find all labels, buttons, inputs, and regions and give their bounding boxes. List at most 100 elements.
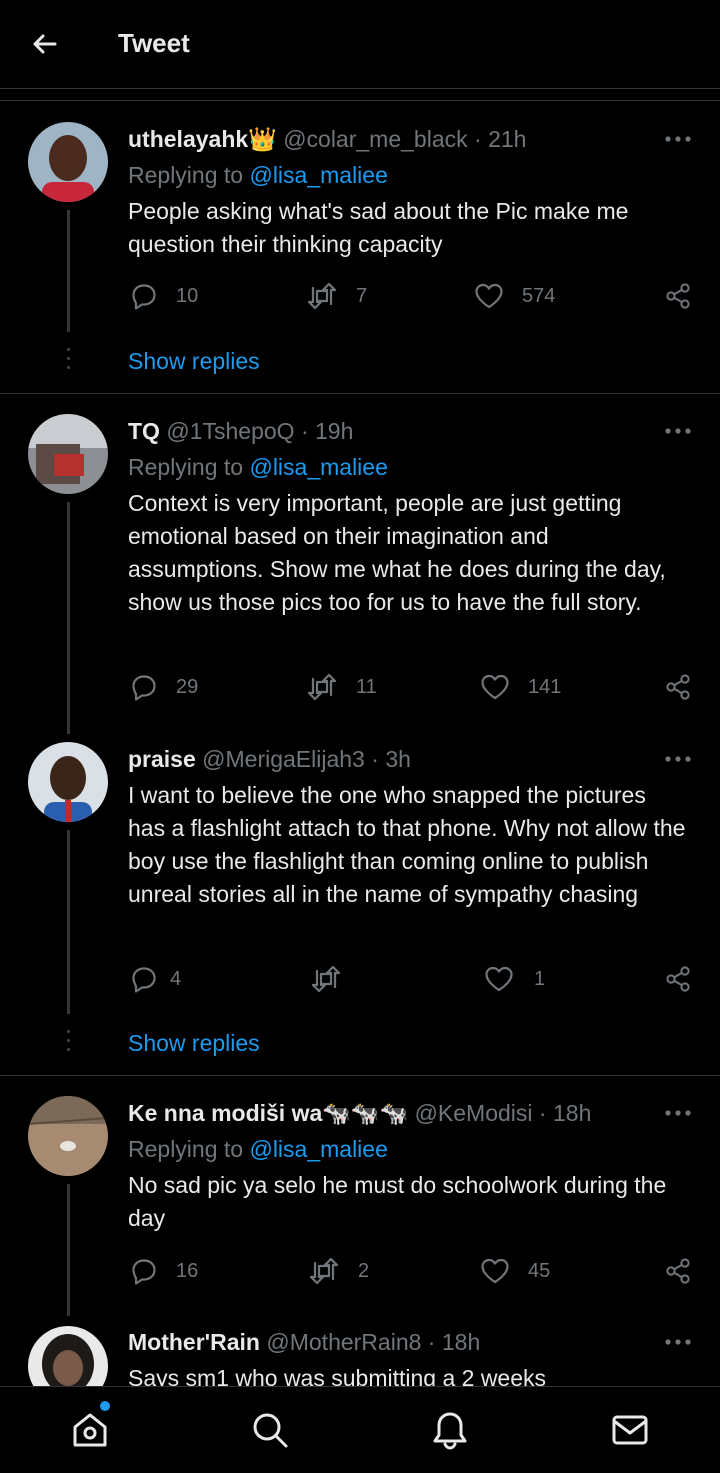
timestamp[interactable]: 19h: [315, 418, 353, 444]
display-name[interactable]: Mother'Rain: [128, 1329, 260, 1355]
tweet-text: I want to believe the one who snapped th…: [128, 782, 686, 907]
display-name[interactable]: praise: [128, 746, 196, 772]
thread-gap-dots: [67, 1030, 70, 1057]
retweet-count: 7: [356, 284, 368, 307]
thread-line: [67, 1184, 70, 1316]
avatar[interactable]: [28, 1096, 108, 1176]
tweet-header: uthelayahk👑 @colar_me_black · 21h: [128, 126, 527, 152]
share-button[interactable]: [664, 673, 692, 701]
avatar[interactable]: [28, 122, 108, 202]
retweet-button[interactable]: 2: [308, 1257, 369, 1285]
cow-emoji: 🐄🐄🐄: [322, 1100, 409, 1126]
mention-link[interactable]: @lisa_maliee: [249, 162, 387, 188]
thread-line: [67, 210, 70, 332]
mail-icon[interactable]: [609, 1409, 651, 1451]
mention-link[interactable]: @lisa_maliee: [249, 454, 387, 480]
thread-line: [67, 502, 70, 734]
tweet-header: Ke nna modiši wa🐄🐄🐄 @KeModisi · 18h: [128, 1100, 592, 1126]
reply-count: 29: [176, 675, 199, 698]
tweet-text: No sad pic ya selo he must do schoolwork…: [128, 1172, 667, 1231]
user-handle[interactable]: @KeModisi: [415, 1100, 533, 1126]
user-handle[interactable]: @1TshepoQ: [166, 418, 294, 444]
timestamp[interactable]: 18h: [442, 1329, 480, 1355]
replying-to: Replying to @lisa_maliee: [128, 1136, 388, 1162]
reply-button[interactable]: 4: [130, 965, 181, 993]
reply-button[interactable]: 16: [130, 1257, 198, 1285]
more-icon[interactable]: [664, 425, 692, 437]
share-button[interactable]: [664, 965, 692, 993]
retweet-icon: [307, 282, 337, 310]
replying-to: Replying to @lisa_maliee: [128, 454, 388, 480]
timestamp[interactable]: 18h: [553, 1100, 591, 1126]
reply-icon: [132, 1259, 156, 1285]
like-button[interactable]: 1: [484, 965, 545, 993]
display-name[interactable]: TQ: [128, 418, 160, 444]
share-button[interactable]: [664, 282, 692, 310]
search-icon[interactable]: [249, 1409, 291, 1451]
tweet-header: Mother'Rain @MotherRain8 · 18h: [128, 1329, 481, 1355]
reply-count: 10: [176, 284, 199, 307]
page-title: Tweet: [118, 28, 190, 58]
retweet-count: 2: [358, 1259, 370, 1282]
like-button[interactable]: 141: [480, 673, 561, 701]
timestamp[interactable]: 21h: [488, 126, 526, 152]
reply-icon: [132, 967, 156, 993]
tweet-text: People asking what's sad about the Pic m…: [128, 198, 629, 257]
display-name[interactable]: Ke nna modiši wa: [128, 1100, 322, 1126]
replying-to: Replying to @lisa_maliee: [128, 162, 388, 188]
user-handle[interactable]: @colar_me_black: [283, 126, 467, 152]
reply-icon: [132, 675, 156, 701]
retweet-count: 11: [356, 675, 377, 698]
retweet-icon: [307, 673, 337, 701]
more-icon[interactable]: [664, 1336, 692, 1348]
thread-gap-dots: [67, 348, 70, 375]
heart-icon: [481, 1258, 509, 1284]
retweet-button[interactable]: 7: [306, 282, 367, 310]
like-count: 45: [528, 1259, 551, 1282]
back-arrow-icon[interactable]: [28, 28, 60, 60]
show-replies-link[interactable]: Show replies: [128, 348, 260, 375]
reply-button[interactable]: 10: [130, 282, 198, 310]
timestamp[interactable]: 3h: [385, 746, 411, 772]
heart-icon: [475, 283, 503, 309]
retweet-button[interactable]: [310, 965, 342, 993]
heart-icon: [481, 674, 509, 700]
like-count: 574: [522, 284, 556, 307]
retweet-button[interactable]: 11: [306, 673, 377, 701]
show-replies-link[interactable]: Show replies: [128, 1030, 260, 1057]
user-handle[interactable]: @MerigaElijah3: [202, 746, 365, 772]
retweet-icon: [311, 965, 341, 993]
reply-count: 4: [170, 967, 182, 990]
share-button[interactable]: [664, 1257, 692, 1285]
like-button[interactable]: 45: [480, 1257, 550, 1285]
like-button[interactable]: 574: [474, 282, 555, 310]
share-icon: [666, 966, 690, 992]
notification-dot: [100, 1401, 110, 1411]
more-icon[interactable]: [664, 1107, 692, 1119]
display-name[interactable]: uthelayahk: [128, 126, 248, 152]
avatar[interactable]: [28, 742, 108, 822]
top-bar: Tweet: [0, 0, 720, 89]
crown-emoji: 👑: [248, 126, 277, 152]
home-icon[interactable]: [69, 1409, 111, 1451]
divider: [0, 100, 720, 101]
user-handle[interactable]: @MotherRain8: [266, 1329, 421, 1355]
avatar[interactable]: [28, 414, 108, 494]
like-count: 141: [528, 675, 562, 698]
share-icon: [666, 1258, 690, 1284]
reply-button[interactable]: 29: [130, 673, 198, 701]
share-icon: [666, 674, 690, 700]
mention-link[interactable]: @lisa_maliee: [249, 1136, 387, 1162]
retweet-icon: [309, 1257, 339, 1285]
divider: [0, 393, 720, 394]
thread-line: [67, 830, 70, 1014]
reply-count: 16: [176, 1259, 199, 1282]
tweet-header: TQ @1TshepoQ · 19h: [128, 418, 354, 444]
bell-icon[interactable]: [429, 1409, 471, 1451]
bottom-nav: [0, 1386, 720, 1473]
reply-icon: [132, 284, 156, 310]
more-icon[interactable]: [664, 753, 692, 765]
like-count: 1: [534, 967, 546, 990]
divider: [0, 1075, 720, 1076]
more-icon[interactable]: [664, 133, 692, 145]
